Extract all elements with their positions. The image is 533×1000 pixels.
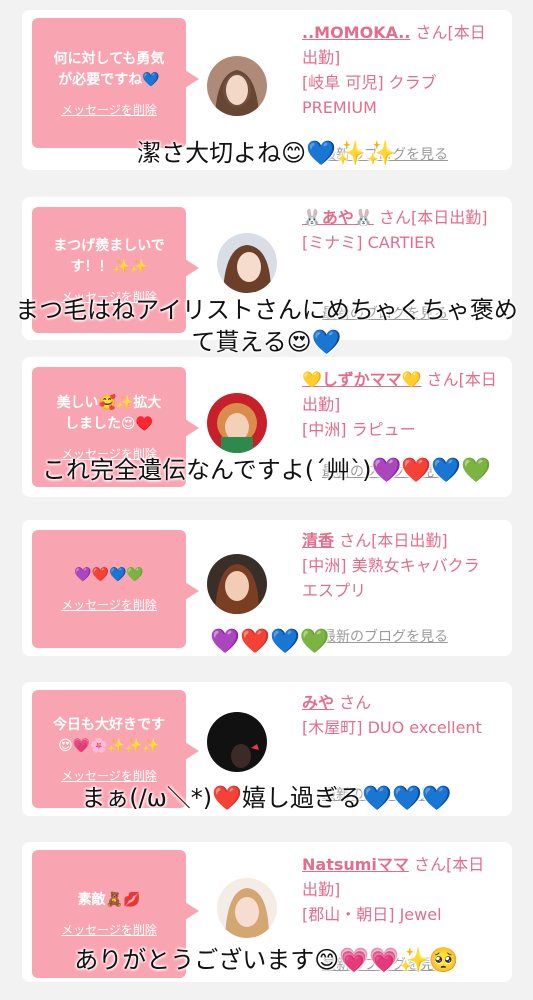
store-name: [中洲] ラピュー <box>302 420 416 439</box>
message-text: 今日も大好きです 😍💗🌸✨✨✨ <box>53 716 165 754</box>
delete-message-link[interactable]: メッセージを削除 <box>61 767 157 784</box>
overlay-caption-5: まぁ(/ω＼*)❤️嬉し過ぎる💙💙💙 <box>81 784 452 812</box>
message-text: まつげ羨ましいで す！！✨✨ <box>53 237 165 275</box>
store-name: [郡山・朝日] Jewel <box>302 905 442 924</box>
message-text: 💜❤️💙💚 <box>74 567 144 583</box>
store-name: [ミナミ] CARTIER <box>302 233 436 252</box>
host-name-link[interactable]: 清香 <box>302 531 334 550</box>
host-name-link[interactable]: みや <box>302 693 334 712</box>
message-text: 何に対しても勇気 が必要ですね💙 <box>53 50 165 88</box>
delete-message-link[interactable]: メッセージを削除 <box>61 921 157 938</box>
overlay-caption-2: まつ毛はねアイリストさんにめちゃくちゃ褒めて貰える😍💙 <box>15 296 518 356</box>
overlay-caption-4: 💜❤️💙💚 <box>210 627 330 655</box>
host-name-link[interactable]: 💛しずかママ💛 <box>302 370 422 389</box>
host-info: 💛しずかママ💛 さん[本日出勤] [中洲] ラピュー <box>302 367 500 442</box>
message-text: 素敵🧸💋 <box>77 892 141 908</box>
host-status: さん[本日出勤] <box>339 531 448 550</box>
host-status: さん[本日出勤] <box>378 208 488 227</box>
overlay-caption-3: これ完全遺伝なんですよ(´艸`)💜❤️💙💚 <box>41 456 492 484</box>
host-name-link[interactable]: Natsumiママ <box>302 855 409 874</box>
avatar[interactable] <box>207 56 267 116</box>
delete-message-link[interactable]: メッセージを削除 <box>61 596 157 613</box>
message-text: 美しい🥰✨拡大 しました😍♥️ <box>56 394 162 432</box>
avatar[interactable] <box>207 554 267 614</box>
avatar[interactable] <box>207 393 267 453</box>
avatar[interactable] <box>217 878 277 938</box>
host-status: さん <box>339 693 372 712</box>
host-name-link[interactable]: ..MOMOKA.. <box>302 23 410 42</box>
avatar[interactable] <box>207 712 267 772</box>
message-bubble: 何に対しても勇気 が必要ですね💙 メッセージを削除 <box>32 18 199 148</box>
overlay-caption-6: ありがとうございます😊💗💗✨🥺 <box>74 946 459 974</box>
delete-message-link[interactable]: メッセージを削除 <box>61 101 157 118</box>
store-name: [岐阜 可児] クラブPREMIUM <box>302 73 437 117</box>
overlay-caption-1: 潔さ大切よね😊💙✨✨ <box>137 139 396 167</box>
host-info: Natsumiママ さん[本日出勤] [郡山・朝日] Jewel <box>302 852 500 927</box>
host-name-link[interactable]: 🐰あや🐰 <box>302 208 374 227</box>
host-info: ..MOMOKA.. さん[本日出勤] [岐阜 可児] クラブPREMIUM <box>302 20 500 120</box>
store-name: [中洲] 美熟女キャバクラ エスプリ <box>302 556 480 600</box>
host-info: 🐰あや🐰 さん[本日出勤] [ミナミ] CARTIER <box>302 205 500 255</box>
host-info: みや さん [木屋町] DUO excellent <box>302 690 500 740</box>
host-info: 清香 さん[本日出勤] [中洲] 美熟女キャバクラ エスプリ <box>302 528 500 603</box>
store-name: [木屋町] DUO excellent <box>302 718 482 737</box>
avatar[interactable] <box>217 233 277 293</box>
